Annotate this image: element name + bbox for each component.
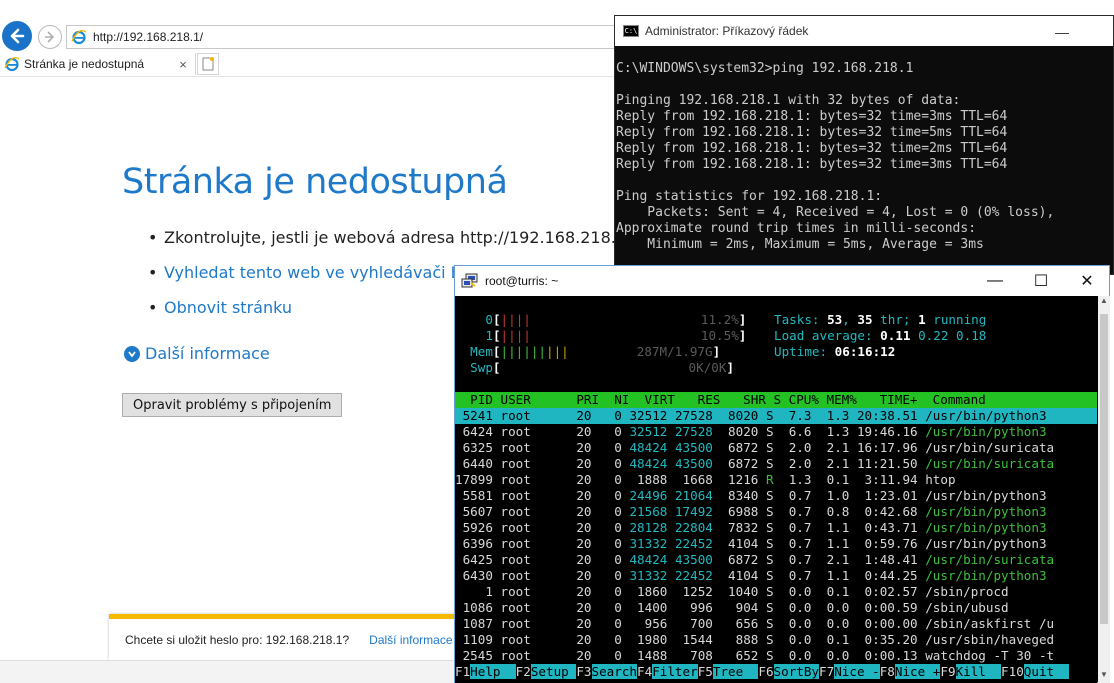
- function-key-label[interactable]: Nice +: [894, 664, 941, 679]
- more-info-label: Další informace: [145, 344, 270, 363]
- tasks-summary: Tasks: 53, 35 thr; 1 running: [774, 312, 987, 327]
- process-table-header[interactable]: PID USER PRI NI VIRT RES SHR S CPU% MEM%…: [455, 392, 1097, 408]
- function-key[interactable]: F3: [576, 664, 591, 679]
- function-key-label[interactable]: Filter: [652, 664, 698, 679]
- cmd-output-line: Reply from 192.168.218.1: bytes=32 time=…: [616, 141, 1008, 156]
- cmd-output-line: Packets: Sent = 4, Received = 4, Lost = …: [616, 205, 1055, 220]
- cmd-output-line: Ping statistics for 192.168.218.1:: [616, 189, 883, 204]
- tab-strip: Stránka je nedostupná ×: [0, 53, 620, 75]
- process-row[interactable]: 1086 root 20 0 1400 996 904 S 0.0 0.0 0:…: [455, 600, 1097, 616]
- putty-window: root@turris: ~ — ☐ ✕ 0[|||| 11.2%] 1[||||…: [454, 265, 1110, 683]
- process-row[interactable]: 6325 root 20 0 48424 43500 6872 S 2.0 2.…: [455, 440, 1097, 456]
- save-password-question: Chcete si uložit heslo pro: 192.168.218.…: [125, 632, 350, 647]
- ie-logo-icon: [71, 29, 87, 45]
- process-row[interactable]: 6424 root 20 0 32512 27528 8020 S 6.6 1.…: [455, 424, 1097, 440]
- minimize-icon[interactable]: —: [975, 270, 1015, 292]
- more-info-toggle[interactable]: Další informace: [124, 344, 270, 363]
- forward-button[interactable]: [38, 25, 62, 49]
- scrollbar[interactable]: ▲ ▼: [1098, 296, 1110, 683]
- function-key-label[interactable]: Kill: [955, 664, 1002, 679]
- cmd-output-line: Approximate round trip times in milli-se…: [616, 221, 977, 236]
- process-row[interactable]: 1087 root 20 0 956 700 656 S 0.0 0.0 0:0…: [455, 616, 1097, 632]
- function-key[interactable]: F6: [758, 664, 773, 679]
- cmd-title: Administrator: Příkazový řádek: [645, 24, 809, 38]
- cmd-output-line: [616, 173, 1113, 189]
- new-tab-button[interactable]: [197, 53, 219, 75]
- swap-meter: Swp[0K/0K]: [470, 360, 735, 375]
- scroll-up-icon[interactable]: ▲: [1098, 296, 1110, 310]
- tab-title: Stránka je nedostupná: [24, 57, 145, 71]
- function-key-label[interactable]: Nice -: [834, 664, 880, 679]
- cmd-output: C:\WINDOWS\system32>ping 192.168.218.1 Pi…: [615, 46, 1113, 253]
- process-row[interactable]: 2545 root 20 0 1488 708 652 S 0.0 0.0 0:…: [455, 648, 1097, 664]
- cmd-title-bar[interactable]: C:\ Administrator: Příkazový řádek —: [615, 16, 1113, 46]
- chevron-down-icon: [124, 345, 140, 362]
- tab-close-icon[interactable]: ×: [175, 57, 191, 72]
- process-row[interactable]: 5926 root 20 0 28128 22804 7832 S 0.7 1.…: [455, 520, 1097, 536]
- cmd-output-line: Minimum = 2ms, Maximum = 5ms, Average = …: [616, 237, 984, 252]
- putty-app-icon: [461, 273, 478, 288]
- back-button[interactable]: [2, 21, 32, 51]
- save-password-notification: Chcete si uložit heslo pro: 192.168.218.…: [109, 614, 454, 660]
- process-row[interactable]: 6430 root 20 0 31332 22452 4104 S 0.7 1.…: [455, 568, 1097, 584]
- address-text: http://192.168.218.1/: [93, 30, 204, 44]
- function-key[interactable]: F7: [819, 664, 834, 679]
- function-key[interactable]: F2: [516, 664, 531, 679]
- tab-active[interactable]: Stránka je nedostupná ×: [0, 53, 196, 75]
- function-key-label[interactable]: Search: [591, 664, 638, 679]
- ie-tab-icon: [4, 56, 20, 72]
- cmd-output-line: Reply from 192.168.218.1: bytes=32 time=…: [616, 157, 1008, 172]
- process-row[interactable]: 5581 root 20 0 24496 21064 8340 S 0.7 1.…: [455, 488, 1097, 504]
- cmd-output-line: C:\WINDOWS\system32>ping 192.168.218.1: [616, 61, 914, 76]
- function-key[interactable]: F1: [455, 664, 470, 679]
- putty-title-bar[interactable]: root@turris: ~ — ☐ ✕: [455, 266, 1109, 296]
- function-key-bar: F1Help F2Setup F3SearchF4FilterF5Tree F6…: [455, 664, 1097, 680]
- process-row[interactable]: 5241 root 20 0 32512 27528 8020 S 7.3 1.…: [455, 408, 1097, 424]
- address-bar[interactable]: http://192.168.218.1/: [66, 25, 626, 49]
- function-key[interactable]: F10: [1001, 664, 1024, 679]
- page-title: Stránka je nedostupná: [122, 162, 508, 202]
- status-bar: [0, 660, 454, 683]
- function-key[interactable]: F8: [880, 664, 895, 679]
- putty-title: root@turris: ~: [485, 274, 559, 288]
- save-password-more-link[interactable]: Další informace: [369, 633, 452, 647]
- close-icon[interactable]: ✕: [1067, 270, 1107, 292]
- process-row[interactable]: 6396 root 20 0 31332 22452 4104 S 0.7 1.…: [455, 536, 1097, 552]
- function-key-label[interactable]: Quit: [1023, 664, 1070, 679]
- cmd-window: C:\ Administrator: Příkazový řádek — C:\…: [614, 15, 1114, 275]
- process-row[interactable]: 6440 root 20 0 48424 43500 6872 S 2.0 2.…: [455, 456, 1097, 472]
- cmd-output-line: Reply from 192.168.218.1: bytes=32 time=…: [616, 109, 1008, 124]
- cmd-app-icon: C:\: [623, 25, 639, 37]
- cmd-output-line: Pinging 192.168.218.1 with 32 bytes of d…: [616, 93, 961, 108]
- cmd-output-line: Reply from 192.168.218.1: bytes=32 time=…: [616, 125, 1008, 140]
- process-row[interactable]: 6425 root 20 0 48424 43500 6872 S 0.7 2.…: [455, 552, 1097, 568]
- fix-connection-button[interactable]: Opravit problémy s připojením: [122, 393, 343, 417]
- function-key-label[interactable]: SortBy: [773, 664, 820, 679]
- navigation-bar: http://192.168.218.1/: [0, 21, 626, 51]
- cmd-output-line: [616, 77, 1113, 93]
- scroll-thumb[interactable]: [1100, 314, 1108, 624]
- process-row[interactable]: 1109 root 20 0 1980 1544 888 S 0.0 0.1 0…: [455, 632, 1097, 648]
- function-key[interactable]: F9: [940, 664, 955, 679]
- function-key-label[interactable]: Setup: [530, 664, 577, 679]
- function-key[interactable]: F4: [637, 664, 652, 679]
- process-row[interactable]: 1 root 20 0 1860 1252 1040 S 0.0 0.1 0:0…: [455, 584, 1097, 600]
- htop-terminal[interactable]: 0[|||| 11.2%] 1[|||| 10.5%] Mem[||||||||| 2…: [455, 296, 1097, 683]
- load-average: Load average: 0.11 0.22 0.18: [774, 328, 987, 343]
- process-row[interactable]: 5607 root 20 0 21568 17492 6988 S 0.7 0.…: [455, 504, 1097, 520]
- back-arrow-icon: [10, 28, 25, 44]
- process-row[interactable]: 17899 root 20 0 1888 1668 1216 R 1.3 0.1…: [455, 472, 1097, 488]
- forward-arrow-icon: [45, 31, 55, 43]
- minimize-icon[interactable]: —: [1055, 24, 1069, 40]
- function-key[interactable]: F5: [698, 664, 713, 679]
- uptime: Uptime: 06:16:12: [774, 344, 896, 359]
- scroll-down-icon[interactable]: ▼: [1098, 670, 1110, 683]
- maximize-icon[interactable]: ☐: [1021, 270, 1061, 292]
- function-key-label[interactable]: Tree: [712, 664, 759, 679]
- new-tab-icon: [202, 57, 214, 71]
- function-key-label[interactable]: Help: [470, 664, 516, 679]
